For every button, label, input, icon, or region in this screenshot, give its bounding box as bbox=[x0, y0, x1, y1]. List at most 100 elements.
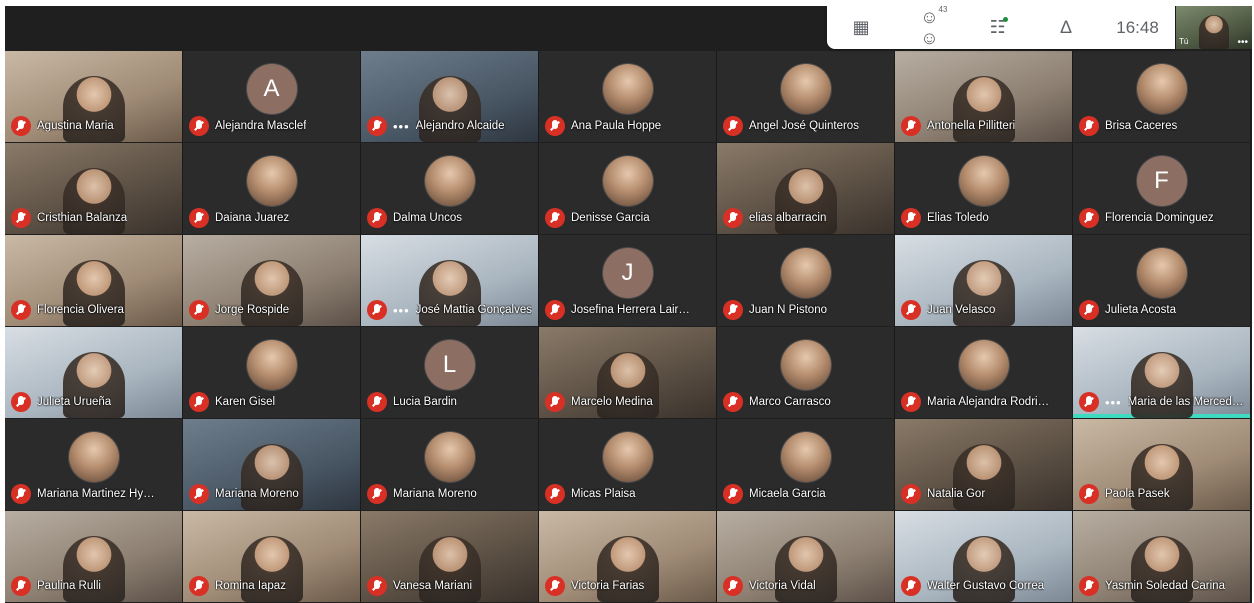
participant-tile[interactable]: Natalia Gor bbox=[895, 419, 1073, 510]
participant-name-row: Lucia Bardin bbox=[367, 392, 534, 412]
mic-muted-icon bbox=[11, 116, 31, 136]
participant-tile[interactable]: Angel José Quinteros bbox=[717, 51, 895, 142]
participant-tile[interactable]: Romina Iapaz bbox=[183, 511, 361, 602]
participant-avatar: F bbox=[1136, 156, 1187, 207]
mic-muted-icon bbox=[723, 392, 743, 412]
participant-name-row: Jorge Rospide bbox=[189, 300, 356, 320]
participant-name: Natalia Gor bbox=[927, 488, 986, 500]
participant-name: Alejandra Masclef bbox=[215, 120, 307, 132]
mic-muted-icon bbox=[901, 484, 921, 504]
participant-avatar bbox=[246, 156, 297, 207]
participant-tile[interactable]: Juan N Pistono bbox=[717, 235, 895, 326]
mic-muted-icon bbox=[723, 116, 743, 136]
participant-name: Micaela Garcia bbox=[749, 488, 826, 500]
participant-name-row: Ana Paula Hoppe bbox=[545, 116, 712, 136]
mic-muted-icon bbox=[545, 116, 565, 136]
participant-tile[interactable]: Micaela Garcia bbox=[717, 419, 895, 510]
participant-tile[interactable]: Cristhian Balanza bbox=[5, 143, 183, 234]
participant-name: Dalma Uncos bbox=[393, 212, 463, 224]
participant-tile[interactable]: Julieta Urueña bbox=[5, 327, 183, 418]
participant-tile[interactable]: Victoria Farias bbox=[539, 511, 717, 602]
participant-tile[interactable]: Ana Paula Hoppe bbox=[539, 51, 717, 142]
mic-muted-icon bbox=[1079, 300, 1099, 320]
more-options-icon[interactable]: ••• bbox=[1105, 395, 1122, 410]
meeting-window: Agustina Maria A Alejandra Masclef ••• Aleja… bbox=[5, 6, 1252, 603]
participant-name-row: Mariana Moreno bbox=[189, 484, 356, 504]
participant-tile[interactable]: Juan Velasco bbox=[895, 235, 1073, 326]
participant-tile[interactable]: Mariana Moreno bbox=[361, 419, 539, 510]
participant-tile[interactable]: Vanesa Mariani bbox=[361, 511, 539, 602]
participant-name-row: Denisse Garcia bbox=[545, 208, 712, 228]
participant-name: Maria Alejandra Rodri… bbox=[927, 396, 1050, 408]
self-more-icon[interactable]: ••• bbox=[1237, 37, 1248, 48]
participant-name-row: Florencia Dominguez bbox=[1079, 208, 1246, 228]
participant-tile[interactable]: Yasmin Soledad Carina bbox=[1073, 511, 1251, 602]
meeting-toolbar: ▦ ☺☺ 43 ☷ ∆ 16:48 bbox=[827, 6, 1175, 49]
participant-tile[interactable]: Micas Plaisa bbox=[539, 419, 717, 510]
more-options-icon[interactable]: ••• bbox=[393, 119, 410, 134]
participant-name: Josefina Herrera Lair… bbox=[571, 304, 690, 316]
participant-tile[interactable]: ••• Alejandro Alcaide bbox=[361, 51, 539, 142]
participant-name-row: Micaela Garcia bbox=[723, 484, 890, 504]
participant-tile[interactable]: J Josefina Herrera Lair… bbox=[539, 235, 717, 326]
participant-name: Romina Iapaz bbox=[215, 580, 286, 592]
participant-name-row: Agustina Maria bbox=[11, 116, 178, 136]
participant-tile[interactable]: ••• José Mattia Gonçalves bbox=[361, 235, 539, 326]
participant-tile[interactable]: A Alejandra Masclef bbox=[183, 51, 361, 142]
participant-name-row: Maria Alejandra Rodri… bbox=[901, 392, 1068, 412]
participant-tile[interactable]: Victoria Vidal bbox=[717, 511, 895, 602]
participants-icon[interactable]: ☺☺ 43 bbox=[911, 6, 948, 49]
participant-tile[interactable]: Julieta Acosta bbox=[1073, 235, 1251, 326]
participant-tile[interactable]: F Florencia Dominguez bbox=[1073, 143, 1251, 234]
participant-tile[interactable]: Paulina Rulli bbox=[5, 511, 183, 602]
participant-name-row: Juan N Pistono bbox=[723, 300, 890, 320]
grid-layout-icon[interactable]: ▦ bbox=[843, 17, 879, 38]
participant-tile[interactable]: elias albarracin bbox=[717, 143, 895, 234]
participant-name: Maria de las Mercede… bbox=[1127, 396, 1246, 408]
participant-tile[interactable]: Denisse Garcia bbox=[539, 143, 717, 234]
participant-name-row: Cristhian Balanza bbox=[11, 208, 178, 228]
participant-name: Angel José Quinteros bbox=[749, 120, 859, 132]
participant-tile[interactable]: Maria Alejandra Rodri… bbox=[895, 327, 1073, 418]
participant-tile[interactable]: Dalma Uncos bbox=[361, 143, 539, 234]
participant-tile[interactable]: Karen Gisel bbox=[183, 327, 361, 418]
participant-tile[interactable]: Paola Pasek bbox=[1073, 419, 1251, 510]
clock: 16:48 bbox=[1116, 17, 1159, 37]
activities-icon[interactable]: ∆ bbox=[1048, 17, 1084, 38]
participant-tile[interactable]: ••• Maria de las Mercede… bbox=[1073, 327, 1251, 418]
self-label: Tú bbox=[1179, 37, 1189, 46]
participant-tile[interactable]: Jorge Rospide bbox=[183, 235, 361, 326]
more-options-icon[interactable]: ••• bbox=[393, 303, 410, 318]
participant-name: Paola Pasek bbox=[1105, 488, 1170, 500]
participant-name: Antonella Pillitteri bbox=[927, 120, 1016, 132]
participant-name: Micas Plaisa bbox=[571, 488, 636, 500]
mic-muted-icon bbox=[723, 484, 743, 504]
mic-muted-icon bbox=[723, 300, 743, 320]
mic-muted-icon bbox=[367, 392, 387, 412]
chat-icon[interactable]: ☷ bbox=[980, 17, 1016, 38]
participant-tile[interactable]: Florencia Olivera bbox=[5, 235, 183, 326]
mic-muted-icon bbox=[367, 300, 387, 320]
participant-tile[interactable]: Mariana Moreno bbox=[183, 419, 361, 510]
participant-avatar: J bbox=[602, 248, 653, 299]
participant-name: elias albarracin bbox=[749, 212, 827, 224]
participant-tile[interactable]: Antonella Pillitteri bbox=[895, 51, 1073, 142]
participant-tile[interactable]: Mariana Martinez Hy… bbox=[5, 419, 183, 510]
participant-name: Agustina Maria bbox=[37, 120, 114, 132]
participants-count: 43 bbox=[938, 6, 948, 14]
participant-tile[interactable]: Daiana Juarez bbox=[183, 143, 361, 234]
participant-name-row: Juan Velasco bbox=[901, 300, 1068, 320]
participant-avatar bbox=[958, 156, 1009, 207]
participant-tile[interactable]: Elias Toledo bbox=[895, 143, 1073, 234]
participant-tile[interactable]: Marco Carrasco bbox=[717, 327, 895, 418]
participant-tile[interactable]: Marcelo Medina bbox=[539, 327, 717, 418]
participant-name: Walter Gustavo Correa bbox=[927, 580, 1045, 592]
mic-muted-icon bbox=[901, 392, 921, 412]
self-view-tile[interactable]: Tú ••• bbox=[1176, 6, 1252, 49]
participant-avatar: L bbox=[424, 340, 475, 391]
participant-avatar: A bbox=[246, 64, 297, 115]
participant-tile[interactable]: Brisa Caceres bbox=[1073, 51, 1251, 142]
participant-tile[interactable]: Agustina Maria bbox=[5, 51, 183, 142]
participant-tile[interactable]: L Lucia Bardin bbox=[361, 327, 539, 418]
participant-tile[interactable]: Walter Gustavo Correa bbox=[895, 511, 1073, 602]
